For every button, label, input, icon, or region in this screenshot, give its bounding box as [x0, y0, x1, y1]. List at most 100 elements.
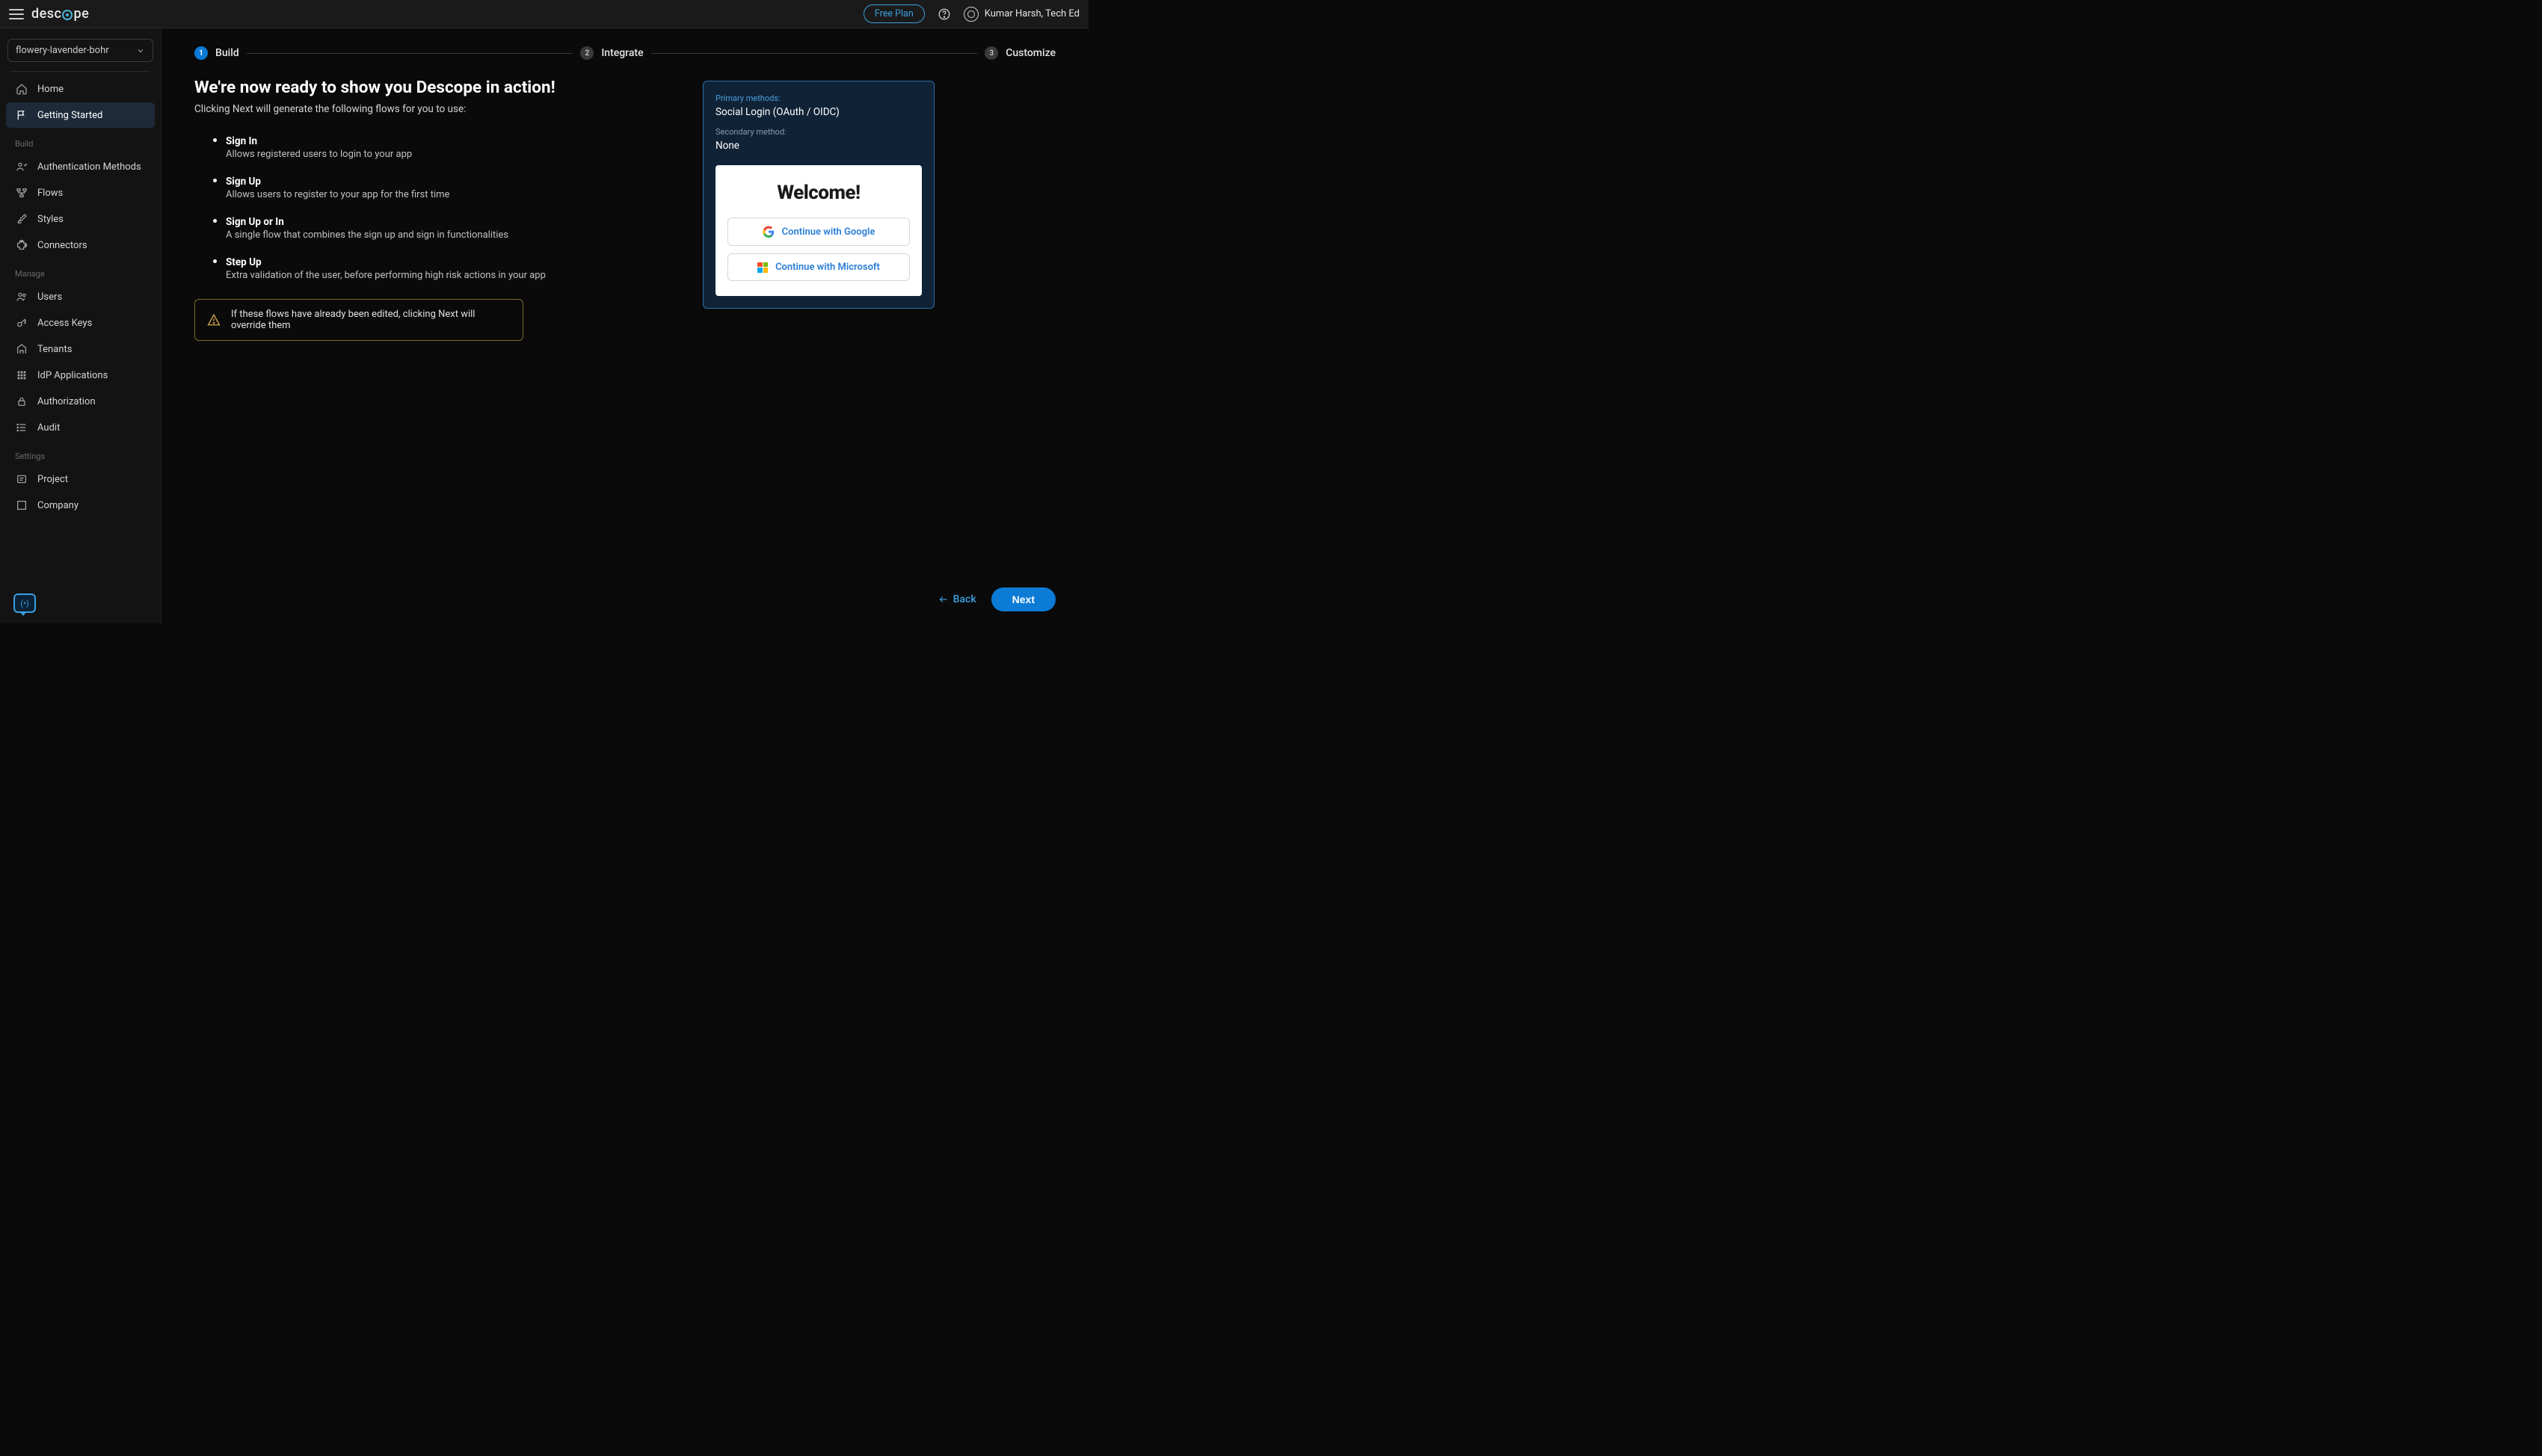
project-icon [15, 472, 28, 486]
building-icon [15, 342, 28, 356]
company-icon [15, 499, 28, 512]
free-plan-badge[interactable]: Free Plan [864, 4, 925, 23]
back-label: Back [953, 593, 976, 605]
sidebar-item-label: Company [37, 500, 79, 511]
project-selector[interactable]: flowery-lavender-bohr [7, 39, 153, 62]
warning-callout: If these flows have already been edited,… [194, 299, 523, 341]
sidebar-item-access-keys[interactable]: Access Keys [6, 310, 155, 336]
page-subtitle: Clicking Next will generate the followin… [194, 103, 658, 115]
sidebar-item-label: Project [37, 474, 68, 485]
sidebar-item-label: IdP Applications [37, 370, 108, 381]
flow-desc: Allows users to register to your app for… [226, 189, 658, 200]
warning-text: If these flows have already been edited,… [231, 309, 511, 331]
sidebar-item-label: Flows [37, 188, 63, 199]
continue-google-button[interactable]: Continue with Google [727, 218, 910, 246]
menu-toggle-button[interactable] [9, 9, 24, 19]
secondary-method-value: None [715, 140, 922, 152]
step-label: Customize [1006, 47, 1056, 59]
sidebar-item-label: Connectors [37, 240, 87, 251]
list-icon [15, 421, 28, 434]
flow-title: Sign In [226, 135, 658, 147]
logo-o-icon [62, 10, 73, 20]
flow-desc: Allows registered users to login to your… [226, 149, 658, 160]
sidebar-item-idp-applications[interactable]: IdP Applications [6, 363, 155, 388]
sidebar-item-label: Home [37, 84, 64, 95]
sidebar-item-getting-started[interactable]: Getting Started [6, 102, 155, 128]
section-settings-label: Settings [6, 441, 155, 466]
list-item: Step Up Extra validation of the user, be… [226, 254, 658, 281]
main-content: 1 Build 2 Integrate 3 Customize We're no… [161, 28, 1089, 623]
flow-desc: Extra validation of the user, before per… [226, 270, 658, 281]
secondary-method-label: Secondary method: [715, 127, 922, 137]
preview-card: Primary methods: Social Login (OAuth / O… [703, 81, 935, 309]
primary-methods-label: Primary methods: [715, 93, 922, 103]
sidebar-item-project[interactable]: Project [6, 466, 155, 492]
flag-icon [15, 108, 28, 122]
sidebar-item-flows[interactable]: Flows [6, 180, 155, 206]
sidebar-item-auth-methods[interactable]: Authentication Methods [6, 154, 155, 179]
step-label: Build [215, 47, 239, 59]
list-item: Sign Up or In A single flow that combine… [226, 214, 658, 241]
step-number: 1 [194, 46, 208, 60]
step-number: 2 [580, 46, 594, 60]
users-icon [15, 290, 28, 303]
section-manage-label: Manage [6, 259, 155, 283]
sidebar-item-label: Access Keys [37, 318, 92, 329]
chevron-down-icon [136, 46, 145, 55]
sidebar-divider [10, 71, 150, 72]
section-build-label: Build [6, 129, 155, 153]
home-icon [15, 82, 28, 96]
flow-desc: A single flow that combines the sign up … [226, 229, 658, 241]
footer-actions: Back Next [938, 587, 1056, 611]
google-button-label: Continue with Google [782, 226, 875, 238]
arrow-left-icon [938, 594, 949, 605]
google-icon [763, 226, 775, 238]
continue-microsoft-button[interactable]: Continue with Microsoft [727, 253, 910, 281]
list-item: Sign Up Allows users to register to your… [226, 173, 658, 200]
project-name-label: flowery-lavender-bohr [16, 45, 109, 56]
flows-icon [15, 186, 28, 200]
lock-icon [15, 395, 28, 408]
user-name-label: Kumar Harsh, Tech Ed [985, 8, 1080, 19]
avatar-icon [964, 7, 979, 22]
puzzle-icon [15, 238, 28, 252]
step-label: Integrate [601, 47, 643, 59]
sidebar-item-home[interactable]: Home [6, 76, 155, 102]
warning-icon [207, 313, 221, 327]
key-icon [15, 316, 28, 330]
grid-icon [15, 368, 28, 382]
sidebar-item-connectors[interactable]: Connectors [6, 232, 155, 258]
brush-icon [15, 212, 28, 226]
sidebar-item-tenants[interactable]: Tenants [6, 336, 155, 362]
step-customize[interactable]: 3 Customize [985, 46, 1056, 60]
microsoft-button-label: Continue with Microsoft [775, 262, 880, 273]
sidebar-item-company[interactable]: Company [6, 493, 155, 518]
step-integrate[interactable]: 2 Integrate [580, 46, 643, 60]
sidebar-item-label: Authentication Methods [37, 161, 141, 173]
sidebar: flowery-lavender-bohr Home Getting Start… [0, 28, 161, 623]
flow-title: Sign Up [226, 176, 658, 188]
build-stepper: 1 Build 2 Integrate 3 Customize [194, 46, 1056, 60]
login-preview: Welcome! Continue with Google Continue w… [715, 165, 922, 296]
next-button[interactable]: Next [991, 587, 1056, 611]
chat-support-button[interactable]: (•) [13, 593, 36, 613]
microsoft-icon [757, 262, 768, 273]
flow-list: Sign In Allows registered users to login… [194, 133, 658, 281]
step-build[interactable]: 1 Build [194, 46, 239, 60]
user-menu[interactable]: Kumar Harsh, Tech Ed [964, 7, 1080, 22]
step-number: 3 [985, 46, 998, 60]
sidebar-item-audit[interactable]: Audit [6, 415, 155, 440]
sidebar-item-label: Authorization [37, 396, 96, 407]
step-connector [247, 53, 573, 54]
back-button[interactable]: Back [938, 593, 976, 605]
sidebar-item-label: Getting Started [37, 110, 102, 121]
help-icon[interactable] [937, 7, 952, 22]
sidebar-item-styles[interactable]: Styles [6, 206, 155, 232]
sidebar-item-authorization[interactable]: Authorization [6, 389, 155, 414]
auth-icon [15, 160, 28, 173]
page-title: We're now ready to show you Descope in a… [194, 78, 658, 97]
welcome-title: Welcome! [727, 182, 910, 204]
sidebar-item-label: Styles [37, 214, 64, 225]
flow-title: Sign Up or In [226, 216, 658, 228]
sidebar-item-users[interactable]: Users [6, 284, 155, 309]
